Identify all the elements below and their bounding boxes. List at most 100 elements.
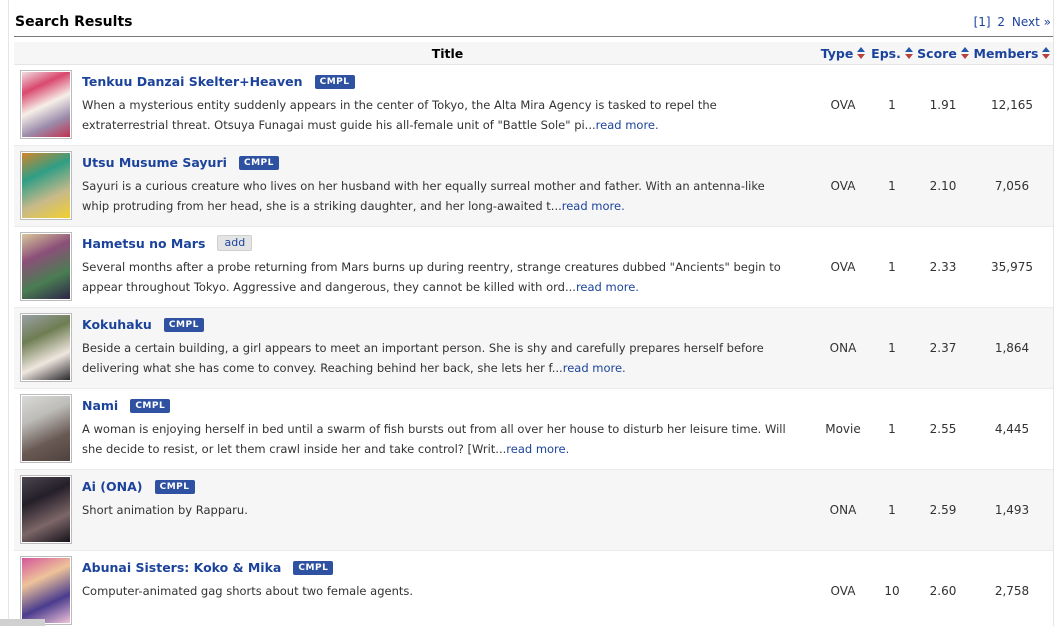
- anime-title-link[interactable]: Abunai Sisters: Koko & Mika: [82, 560, 281, 575]
- score-cell: 1.91: [915, 65, 971, 145]
- type-cell: ONA: [817, 470, 869, 550]
- read-more-link[interactable]: read more.: [576, 280, 639, 294]
- eps-cell: 1: [869, 470, 915, 550]
- members-cell: 4,445: [971, 389, 1053, 469]
- table-row: Nami CMPL A woman is enjoying herself in…: [14, 389, 1053, 470]
- members-column-header[interactable]: Members: [971, 42, 1053, 64]
- cover-image: [22, 234, 70, 299]
- cover-thumbnail-link[interactable]: [20, 394, 72, 463]
- title-cell: Abunai Sisters: Koko & Mika CMPL Compute…: [78, 551, 817, 626]
- anime-title-link[interactable]: Ai (ONA): [82, 479, 143, 494]
- anime-title-link[interactable]: Kokuhaku: [82, 317, 152, 332]
- read-more-link[interactable]: read more.: [562, 199, 625, 213]
- score-cell: 2.55: [915, 389, 971, 469]
- members-cell: 1,493: [971, 470, 1053, 550]
- cover-thumbnail-link[interactable]: [20, 475, 72, 544]
- cover-image: [22, 396, 70, 461]
- title-line: Nami CMPL: [82, 395, 791, 414]
- page-header: Search Results [1] 2 Next »: [14, 0, 1053, 37]
- type-cell: OVA: [817, 65, 869, 145]
- type-column-header[interactable]: Type: [817, 42, 869, 64]
- thumbnail-cell: [14, 389, 78, 469]
- anime-title-link[interactable]: Nami: [82, 398, 118, 413]
- thumbnail-column-header: [14, 42, 78, 64]
- page-2-link[interactable]: 2: [997, 15, 1005, 29]
- cover-image: [22, 72, 70, 137]
- title-column-header: Title: [78, 42, 817, 64]
- thumbnail-cell: [14, 146, 78, 226]
- cover-thumbnail-link[interactable]: [20, 232, 72, 301]
- synopsis: Sayuri is a curious creature who lives o…: [82, 176, 791, 216]
- table-header-row: Title Type Eps. Score Members: [14, 42, 1053, 65]
- synopsis-text: A woman is enjoying herself in bed until…: [82, 422, 786, 456]
- table-row: Abunai Sisters: Koko & Mika CMPL Compute…: [14, 551, 1053, 626]
- cover-thumbnail-link[interactable]: [20, 313, 72, 382]
- cover-image: [22, 153, 70, 218]
- members-cell: 7,056: [971, 146, 1053, 226]
- members-cell: 12,165: [971, 65, 1053, 145]
- title-cell: Tenkuu Danzai Skelter+Heaven CMPL When a…: [78, 65, 817, 145]
- members-cell: 2,758: [971, 551, 1053, 626]
- type-cell: OVA: [817, 227, 869, 307]
- read-more-link[interactable]: read more.: [596, 118, 659, 132]
- status-badge[interactable]: add: [217, 235, 252, 251]
- type-cell: ONA: [817, 308, 869, 388]
- sort-arrows-icon[interactable]: [961, 47, 969, 59]
- table-row: Hametsu no Mars add Several months after…: [14, 227, 1053, 308]
- sort-arrows-icon[interactable]: [1042, 47, 1050, 59]
- synopsis: Several months after a probe returning f…: [82, 257, 791, 297]
- sort-arrows-icon[interactable]: [905, 47, 913, 59]
- cover-thumbnail-link[interactable]: [20, 556, 72, 625]
- score-cell: 2.10: [915, 146, 971, 226]
- eps-cell: 1: [869, 227, 915, 307]
- status-badge[interactable]: CMPL: [130, 399, 170, 413]
- next-page-link[interactable]: Next »: [1012, 15, 1051, 29]
- synopsis: Beside a certain building, a girl appear…: [82, 338, 791, 378]
- title-line: Kokuhaku CMPL: [82, 314, 791, 333]
- title-line: Utsu Musume Sayuri CMPL: [82, 152, 791, 171]
- status-badge[interactable]: CMPL: [239, 156, 279, 170]
- cover-image: [22, 315, 70, 380]
- synopsis-text: Several months after a probe returning f…: [82, 260, 781, 294]
- status-badge[interactable]: CMPL: [315, 75, 355, 89]
- table-row: Tenkuu Danzai Skelter+Heaven CMPL When a…: [14, 65, 1053, 146]
- cover-image: [22, 477, 70, 542]
- cover-thumbnail-link[interactable]: [20, 70, 72, 139]
- eps-cell: 1: [869, 308, 915, 388]
- sort-arrows-icon[interactable]: [857, 47, 865, 59]
- synopsis-text: Computer-animated gag shorts about two f…: [82, 584, 413, 598]
- synopsis: Computer-animated gag shorts about two f…: [82, 581, 791, 601]
- page-container: Search Results [1] 2 Next » Title Type E…: [8, 0, 1054, 626]
- title-cell: Nami CMPL A woman is enjoying herself in…: [78, 389, 817, 469]
- read-more-link[interactable]: read more.: [563, 361, 626, 375]
- thumbnail-cell: [14, 551, 78, 626]
- anime-title-link[interactable]: Tenkuu Danzai Skelter+Heaven: [82, 74, 303, 89]
- anime-title-link[interactable]: Hametsu no Mars: [82, 236, 205, 251]
- synopsis-text: Sayuri is a curious creature who lives o…: [82, 179, 765, 213]
- status-badge[interactable]: CMPL: [155, 480, 195, 494]
- thumbnail-cell: [14, 65, 78, 145]
- members-cell: 1,864: [971, 308, 1053, 388]
- score-column-header[interactable]: Score: [915, 42, 971, 64]
- eps-cell: 10: [869, 551, 915, 626]
- synopsis: Short animation by Rapparu.: [82, 500, 791, 520]
- eps-cell: 1: [869, 65, 915, 145]
- title-cell: Hametsu no Mars add Several months after…: [78, 227, 817, 307]
- eps-cell: 1: [869, 389, 915, 469]
- read-more-link[interactable]: read more.: [506, 442, 569, 456]
- status-badge[interactable]: CMPL: [164, 318, 204, 332]
- status-badge[interactable]: CMPL: [293, 561, 333, 575]
- type-cell: Movie: [817, 389, 869, 469]
- eps-column-header[interactable]: Eps.: [869, 42, 915, 64]
- anime-title-link[interactable]: Utsu Musume Sayuri: [82, 155, 227, 170]
- table-row: Kokuhaku CMPL Beside a certain building,…: [14, 308, 1053, 389]
- eps-cell: 1: [869, 146, 915, 226]
- cover-thumbnail-link[interactable]: [20, 151, 72, 220]
- pagination: [1] 2 Next »: [971, 15, 1051, 30]
- score-cell: 2.59: [915, 470, 971, 550]
- synopsis-text: Beside a certain building, a girl appear…: [82, 341, 764, 375]
- title-line: Tenkuu Danzai Skelter+Heaven CMPL: [82, 71, 791, 90]
- table-row: Utsu Musume Sayuri CMPL Sayuri is a curi…: [14, 146, 1053, 227]
- results-list: Tenkuu Danzai Skelter+Heaven CMPL When a…: [14, 65, 1053, 626]
- type-cell: OVA: [817, 551, 869, 626]
